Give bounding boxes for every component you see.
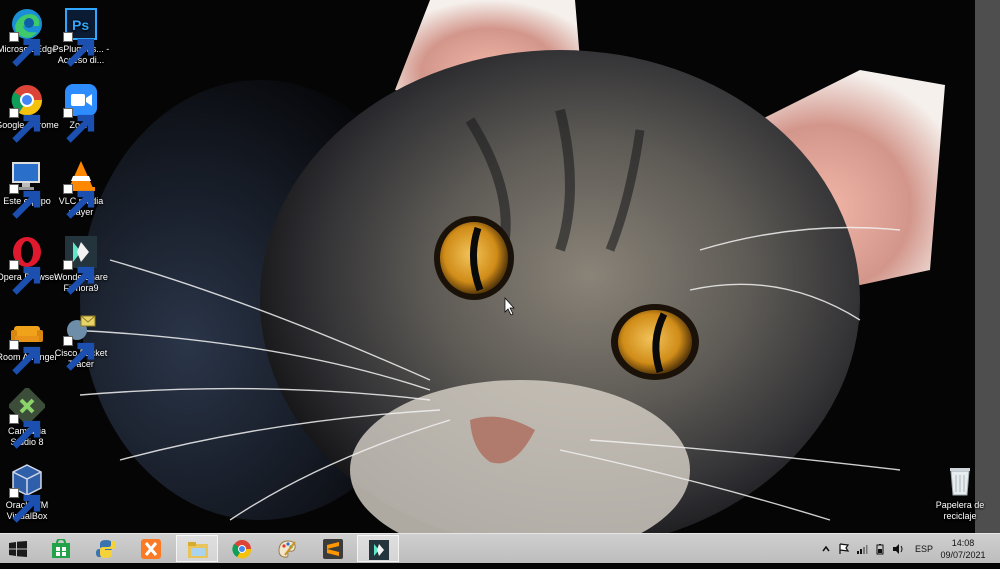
filmora-icon bbox=[369, 540, 389, 560]
system-tray: ESP 14:08 09/07/2021 bbox=[810, 534, 1000, 564]
desktop-icon-packet-tracer[interactable]: Cisco Packet Tracer bbox=[49, 310, 113, 371]
desktop-wallpaper bbox=[0, 0, 1000, 533]
volume-icon[interactable] bbox=[892, 543, 904, 555]
taskbar-chrome[interactable] bbox=[221, 535, 263, 562]
cat-wallpaper-image bbox=[0, 0, 1000, 533]
clock-date: 09/07/2021 bbox=[940, 550, 986, 560]
desktop-icon-filmora[interactable]: Wondershare Filmora9 bbox=[49, 234, 113, 295]
taskbar-python[interactable] bbox=[85, 535, 127, 562]
start-button[interactable] bbox=[0, 534, 36, 564]
desktop-icon-zoom[interactable]: Zoom bbox=[49, 82, 113, 143]
taskbar-sublime-text[interactable] bbox=[312, 535, 354, 562]
battery-icon[interactable] bbox=[874, 543, 886, 555]
desktop-icon-virtualbox[interactable]: Oracle VM VirtualBox bbox=[0, 462, 59, 523]
sublime-text-icon bbox=[323, 539, 343, 559]
file-explorer-icon bbox=[188, 542, 208, 558]
desktop-icon-vlc[interactable]: VLC media player bbox=[49, 158, 113, 219]
desktop-icon-recycle-bin[interactable]: Papelera de reciclaje bbox=[928, 462, 992, 522]
taskbar-store[interactable] bbox=[40, 535, 82, 562]
clock-time: 14:08 bbox=[951, 538, 975, 548]
chevron-up-icon[interactable] bbox=[820, 543, 832, 555]
store-icon bbox=[52, 539, 70, 558]
python-icon bbox=[96, 540, 116, 558]
clock[interactable]: 14:08 09/07/2021 bbox=[940, 537, 986, 561]
desktop-icon-label: Papelera de reciclaje bbox=[935, 500, 985, 521]
taskbar-xampp[interactable] bbox=[130, 535, 172, 562]
desktop-icon-camtasia[interactable]: Camtasia Studio 8 bbox=[0, 388, 59, 449]
windows-logo-icon bbox=[9, 541, 27, 557]
recycle-bin-icon bbox=[950, 468, 970, 496]
taskbar: ESP 14:08 09/07/2021 bbox=[0, 533, 1000, 563]
flag-icon[interactable] bbox=[838, 543, 850, 555]
taskbar-file-explorer[interactable] bbox=[176, 535, 218, 562]
svg-text:Ps: Ps bbox=[72, 17, 89, 33]
network-icon[interactable] bbox=[856, 543, 868, 555]
taskbar-filmora[interactable] bbox=[357, 535, 399, 562]
chrome-icon bbox=[232, 540, 252, 559]
taskbar-paint[interactable] bbox=[266, 535, 308, 562]
xampp-icon bbox=[141, 539, 161, 559]
language-indicator[interactable]: ESP bbox=[915, 544, 933, 554]
desktop-icon-psplugins[interactable]: Ps PsPlug-Ins... - Acceso di... bbox=[49, 6, 113, 67]
paint-icon bbox=[278, 540, 296, 558]
